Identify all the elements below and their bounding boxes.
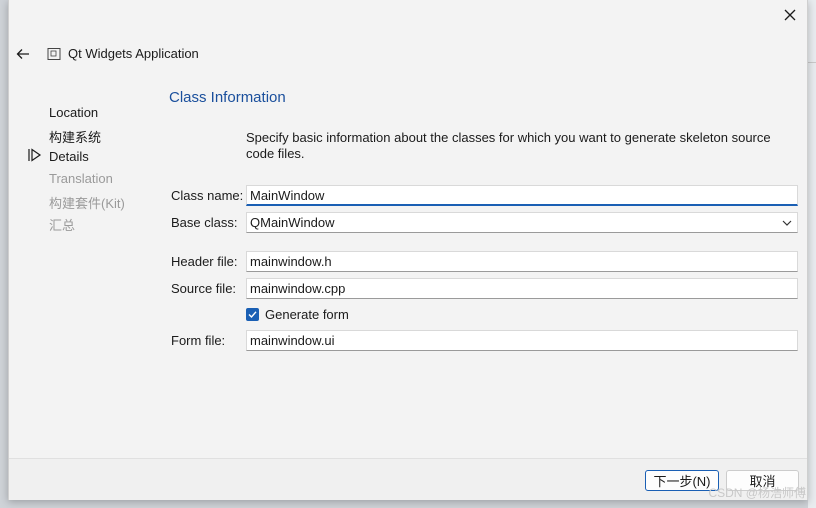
close-button[interactable]: [779, 4, 801, 26]
form-file-label: Form file:: [171, 333, 226, 348]
step-location: Location: [49, 105, 99, 120]
page-description: Specify basic information about the clas…: [246, 130, 771, 161]
base-class-value: QMainWindow: [250, 215, 335, 230]
background-window-edge: [808, 0, 816, 508]
source-file-label: Source file:: [171, 281, 237, 296]
class-name-input[interactable]: MainWindow: [246, 185, 798, 206]
wizard-app-icon: [47, 48, 61, 60]
back-arrow-icon: [16, 49, 29, 59]
chevron-down-icon: [782, 220, 792, 226]
step-kit: 构建套件(Kit): [49, 196, 125, 211]
checkbox-checked-icon: [246, 307, 259, 321]
generate-form-label: Generate form: [265, 306, 349, 322]
page-title: Class Information: [169, 89, 286, 106]
back-button[interactable]: [13, 44, 33, 64]
step-summary: 汇总: [49, 218, 76, 233]
header-file-input[interactable]: mainwindow.h: [246, 251, 798, 272]
watermark: CSDN @杨浩师傅: [708, 486, 806, 500]
step-translation: Translation: [49, 171, 113, 186]
current-step-marker-icon: [28, 148, 42, 162]
form-file-input[interactable]: mainwindow.ui: [246, 330, 798, 351]
wizard-header: Qt Widgets Application: [9, 40, 807, 68]
class-name-label: Class name:: [171, 188, 244, 203]
step-details: Details: [49, 149, 89, 164]
base-class-label: Base class:: [171, 215, 238, 230]
wizard-title: Qt Widgets Application: [68, 46, 199, 61]
source-file-input[interactable]: mainwindow.cpp: [246, 278, 798, 299]
wizard-footer: 下一步(N) 取消: [9, 458, 807, 500]
header-file-label: Header file:: [171, 254, 238, 269]
generate-form-checkbox[interactable]: Generate form: [246, 306, 349, 322]
wizard-dialog: Qt Widgets Application Location 构建系统 Det…: [8, 0, 808, 500]
close-icon: [784, 9, 796, 21]
step-build-system: 构建系统: [49, 130, 102, 145]
base-class-select[interactable]: QMainWindow: [246, 212, 798, 233]
